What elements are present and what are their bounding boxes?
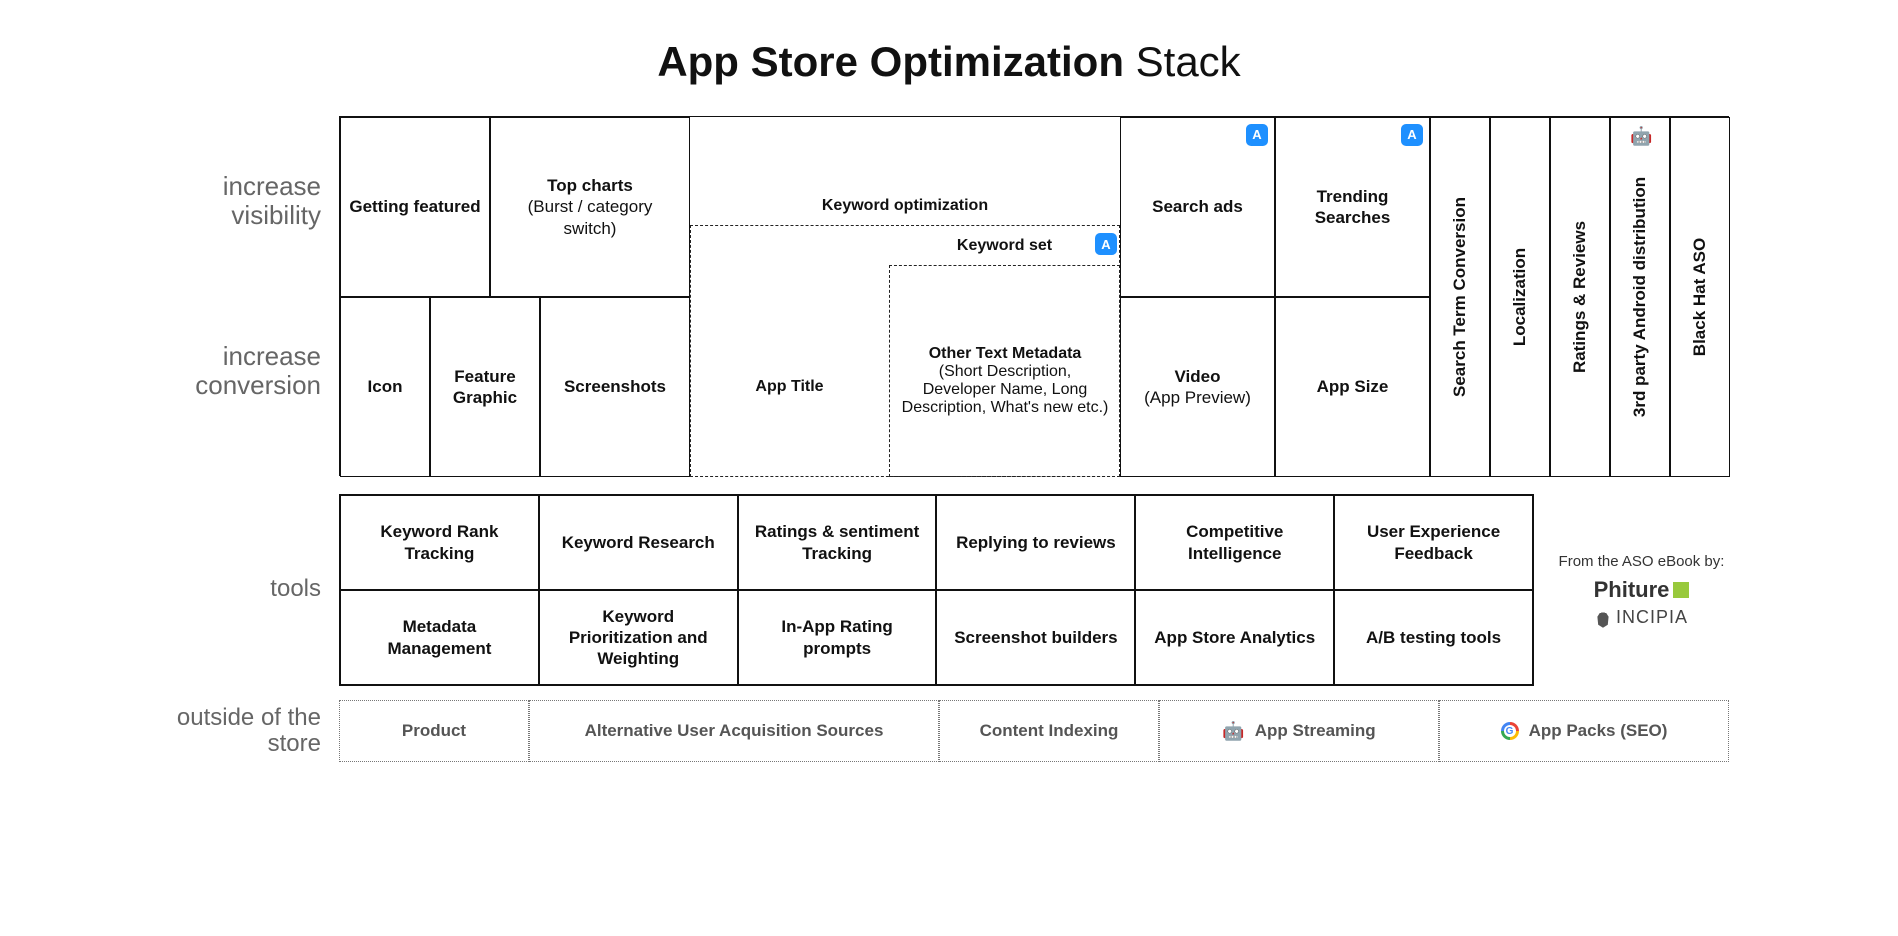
tool-cell: Screenshot builders xyxy=(936,590,1135,685)
text-phiture: Phiture xyxy=(1594,577,1670,603)
cell-video: Video (App Preview) xyxy=(1120,297,1275,477)
credits-block: From the ASO eBook by: Phiture INCIPIA xyxy=(1534,494,1729,686)
text-other-metadata-sub: (Short Description, Developer Name, Long… xyxy=(901,363,1109,417)
cell-app-size: App Size xyxy=(1275,297,1430,477)
android-icon: 🤖 xyxy=(1222,721,1244,742)
text-video-sub: (App Preview) xyxy=(1144,387,1251,408)
text-icon: Icon xyxy=(368,376,403,397)
cell-top-charts: Top charts (Burst / category switch) xyxy=(490,117,690,297)
text-top-charts: Top charts xyxy=(547,175,633,196)
text-video: Video xyxy=(1175,366,1221,387)
tool-cell: Replying to reviews xyxy=(936,495,1135,590)
cell-screenshots: Screenshots xyxy=(540,297,690,477)
label-outside: outside of the store xyxy=(169,700,339,762)
text-app-size: App Size xyxy=(1317,376,1389,397)
cell-icon: Icon xyxy=(340,297,430,477)
credits-from: From the ASO eBook by: xyxy=(1559,552,1725,572)
tool-cell: Keyword Rank Tracking xyxy=(340,495,539,590)
cell-localization: Localization xyxy=(1490,117,1550,477)
tool-cell: App Store Analytics xyxy=(1135,590,1334,685)
label-keyword-optimization: Keyword optimization xyxy=(690,187,1120,225)
text-product: Product xyxy=(402,721,466,741)
tool-cell: User Experience Feedback xyxy=(1334,495,1533,590)
logo-incipia: INCIPIA xyxy=(1595,607,1688,628)
cell-feature-graphic: Feature Graphic xyxy=(430,297,540,477)
outside-app-streaming: 🤖 App Streaming xyxy=(1159,700,1439,762)
text-feature-graphic: Feature Graphic xyxy=(439,366,531,409)
text-search-ads: Search ads xyxy=(1152,196,1243,217)
text-android-dist: 3rd party Android distribution xyxy=(1630,177,1650,417)
android-icon xyxy=(1630,126,1650,146)
text-localization: Localization xyxy=(1510,248,1530,346)
text-content-indexing: Content Indexing xyxy=(980,721,1119,741)
cell-search-term-conversion: Search Term Conversion xyxy=(1430,117,1490,477)
cell-app-title: App Title xyxy=(690,297,889,477)
text-app-packs: App Packs (SEO) xyxy=(1529,721,1668,741)
cell-other-metadata: Other Text Metadata (Short Description, … xyxy=(895,285,1115,477)
cell-ratings-reviews: Ratings & Reviews xyxy=(1550,117,1610,477)
text-keyword-optimization: Keyword optimization xyxy=(822,197,988,215)
tools-grid: Keyword Rank Tracking Keyword Research R… xyxy=(339,494,1534,686)
phiture-square-icon xyxy=(1673,582,1689,598)
page-title: App Store Optimization Stack xyxy=(169,38,1729,86)
cell-android-distribution: 3rd party Android distribution xyxy=(1610,117,1670,477)
tool-cell: A/B testing tools xyxy=(1334,590,1533,685)
tool-cell: Competitive Intelligence xyxy=(1135,495,1334,590)
google-icon: G xyxy=(1501,722,1519,740)
cell-black-hat-aso: Black Hat ASO xyxy=(1670,117,1730,477)
tool-cell: Ratings & sentiment Tracking xyxy=(738,495,937,590)
tool-cell: Keyword Research xyxy=(539,495,738,590)
logo-phiture: Phiture xyxy=(1594,577,1690,603)
appstore-icon xyxy=(1246,124,1268,146)
text-incipia: INCIPIA xyxy=(1616,607,1688,628)
outside-app-packs: G App Packs (SEO) xyxy=(1439,700,1729,762)
text-keyword-set: Keyword set xyxy=(957,237,1052,255)
label-increase-visibility: increase visibility xyxy=(169,116,339,286)
cell-getting-featured: Getting featured xyxy=(340,117,490,297)
text-other-metadata: Other Text Metadata xyxy=(929,345,1082,363)
text-getting-featured: Getting featured xyxy=(349,196,480,217)
tool-cell: Keyword Prioritization and Weighting xyxy=(539,590,738,685)
outside-content-indexing: Content Indexing xyxy=(939,700,1159,762)
text-top-charts-sub: (Burst / category switch) xyxy=(499,196,681,239)
title-bold: App Store Optimization xyxy=(657,38,1124,85)
text-trending-searches: Trending Searches xyxy=(1284,186,1421,229)
tool-cell: Metadata Management xyxy=(340,590,539,685)
appstore-icon xyxy=(1095,233,1117,255)
text-stc: Search Term Conversion xyxy=(1450,197,1470,397)
label-increase-conversion: increase conversion xyxy=(169,286,339,456)
text-black-hat: Black Hat ASO xyxy=(1690,238,1710,356)
label-keyword-set: Keyword set xyxy=(889,229,1120,263)
text-screenshots: Screenshots xyxy=(564,376,666,397)
title-thin: Stack xyxy=(1136,38,1241,85)
cell-trending-searches: Trending Searches xyxy=(1275,117,1430,297)
outside-alt-ua-sources: Alternative User Acquisition Sources xyxy=(529,700,939,762)
outside-product: Product xyxy=(339,700,529,762)
cell-search-ads: Search ads xyxy=(1120,117,1275,297)
text-alt-ua: Alternative User Acquisition Sources xyxy=(585,721,884,741)
text-ratings-reviews: Ratings & Reviews xyxy=(1570,221,1590,373)
label-tools: tools xyxy=(169,494,339,684)
tool-cell: In-App Rating prompts xyxy=(738,590,937,685)
flame-icon xyxy=(1595,608,1611,628)
appstore-icon xyxy=(1401,124,1423,146)
outside-row: Product Alternative User Acquisition Sou… xyxy=(339,700,1729,762)
text-app-title: App Title xyxy=(755,378,823,396)
text-app-streaming: App Streaming xyxy=(1255,721,1376,741)
